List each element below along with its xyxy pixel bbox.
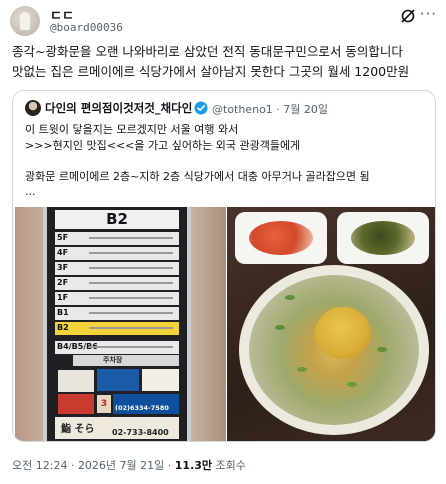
quote-handle-date: @totheno1 · 7월 20일 <box>212 103 329 116</box>
tweet-line: 종각~광화문을 오랜 나와바리로 삼았던 전직 동대문구민으로서 동의합니다 <box>12 44 403 59</box>
directory-row: B2 <box>55 322 179 335</box>
quote-text: 이 트윗이 닿을지는 모르겠지만 서울 여행 와서 >>>현지인 맛집<<<을 … <box>25 123 370 198</box>
directory-row-label: B2 <box>57 323 69 332</box>
quoted-tweet[interactable]: 다인의 편의점이것저것_채다인 @totheno1 · 7월 20일 이 트윗이… <box>12 90 436 442</box>
tweet-meta: 오전 12:24 · 2026년 7월 21일 · 11.3만 조회수 <box>12 459 246 472</box>
quote-handle[interactable]: @totheno1 <box>212 103 273 116</box>
more-icon[interactable]: ··· <box>420 5 437 23</box>
grok-icon[interactable] <box>400 8 416 24</box>
views-label: 조회수 <box>215 459 246 472</box>
views-count: 11.3만 <box>174 459 213 472</box>
directory-row-label: 4F <box>57 248 69 257</box>
ad-brand: 鮨 そら <box>61 424 95 435</box>
directory-row: 3F <box>55 262 179 275</box>
quote-avatar[interactable] <box>25 100 41 116</box>
directory-row: B1 <box>55 307 179 320</box>
directory-row: B4/B5/B6 <box>55 341 179 354</box>
floor-header: B2 <box>55 210 179 229</box>
author-avatar[interactable] <box>10 6 40 36</box>
directory-sign-photo[interactable]: B2 5F 4F 3F 2F 1F B1 B2 B4/B5/B6 주차장 3층 (02)633… <box>15 207 226 441</box>
ad-phone: 02-733-8400 <box>112 428 169 437</box>
ad-phone-2: (02)6334-7580 <box>115 404 169 412</box>
tweet-time[interactable]: 오전 12:24 <box>12 459 67 472</box>
directory-row-label: 3F <box>57 263 69 272</box>
directory-row-label: 1F <box>57 293 69 302</box>
tweet-line: 맛없는 집은 르메이에르 식당가에서 살아남지 못한다 그곳의 월세 1200만… <box>12 64 410 79</box>
directory-row: 5F <box>55 232 179 245</box>
author-handle[interactable]: @board00036 <box>50 21 123 34</box>
quote-date[interactable]: 7월 20일 <box>283 103 328 116</box>
directory-row: 2F <box>55 277 179 290</box>
quote-display-name[interactable]: 다인의 편의점이것저것_채다인 <box>45 100 192 116</box>
tweet-date[interactable]: 2026년 7월 21일 <box>78 459 164 472</box>
directory-row: 4F <box>55 247 179 260</box>
directory-row-label: 2F <box>57 278 69 287</box>
ad-floor-tag: 3층 <box>97 395 111 427</box>
food-photo[interactable] <box>227 207 435 441</box>
directory-row: 1F <box>55 292 179 305</box>
parking-label: 주차장 <box>103 356 123 364</box>
verified-badge-icon <box>194 101 208 115</box>
directory-row-label: 5F <box>57 233 69 242</box>
tweet-text: 종각~광화문을 오랜 나와바리로 삼았던 전직 동대문구민으로서 동의합니다 맛… <box>12 42 437 82</box>
directory-row-label: B1 <box>57 308 69 317</box>
